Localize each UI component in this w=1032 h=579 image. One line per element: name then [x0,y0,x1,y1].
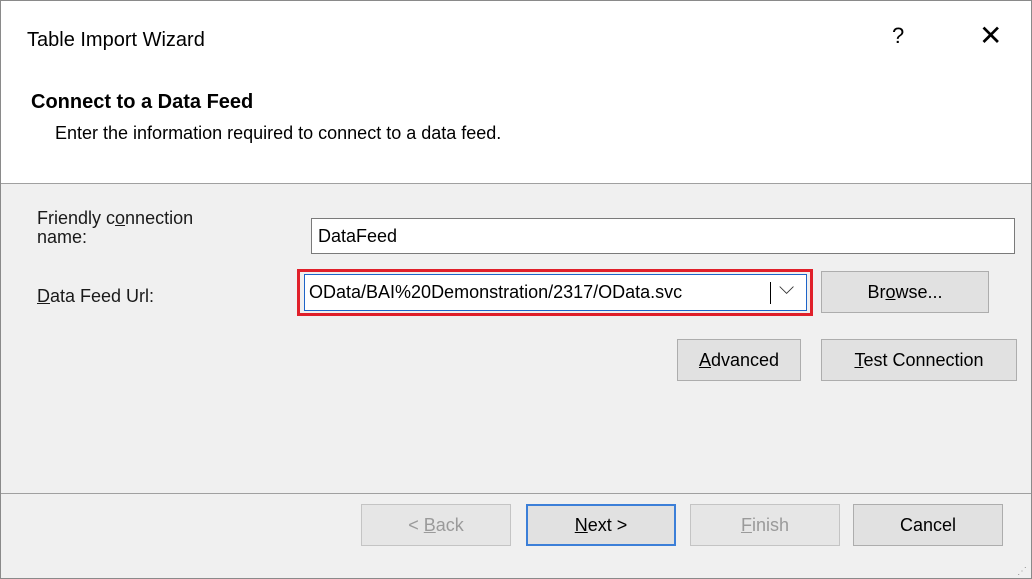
footer-divider [1,493,1031,494]
window-title: Table Import Wizard [27,29,205,51]
cancel-button[interactable]: Cancel [853,504,1003,546]
data-feed-url-value[interactable]: OData/BAI%20Demonstration/2317/OData.svc [309,282,767,303]
next-button[interactable]: Next > [526,504,676,546]
browse-button[interactable]: Browse... [821,271,989,313]
test-connection-button[interactable]: Test Connection [821,339,1017,381]
resize-grip-icon[interactable]: ⋰ [1017,566,1027,577]
page-title: Connect to a Data Feed [31,91,254,113]
data-feed-url-combobox[interactable]: OData/BAI%20Demonstration/2317/OData.svc… [304,274,807,311]
friendly-name-label: Friendly connection name: [37,208,194,247]
wizard-header: Connect to a Data Feed Enter the informa… [1,81,1031,184]
friendly-name-input[interactable]: DataFeed [311,218,1015,254]
title-bar: Table Import Wizard ? ✕ [1,1,1031,81]
help-button[interactable]: ? [892,23,904,49]
page-subtitle: Enter the information required to connec… [55,123,502,143]
advanced-button[interactable]: Advanced [677,339,801,381]
back-button[interactable]: < Back [361,504,511,546]
close-icon[interactable]: ✕ [979,19,1002,52]
chevron-down-icon[interactable]: ⌵ [779,277,794,300]
text-caret [770,282,771,304]
data-feed-url-label: Data Feed Url: [37,286,155,306]
table-import-wizard-window: Table Import Wizard ? ✕ Connect to a Dat… [0,0,1032,579]
finish-button[interactable]: Finish [690,504,840,546]
